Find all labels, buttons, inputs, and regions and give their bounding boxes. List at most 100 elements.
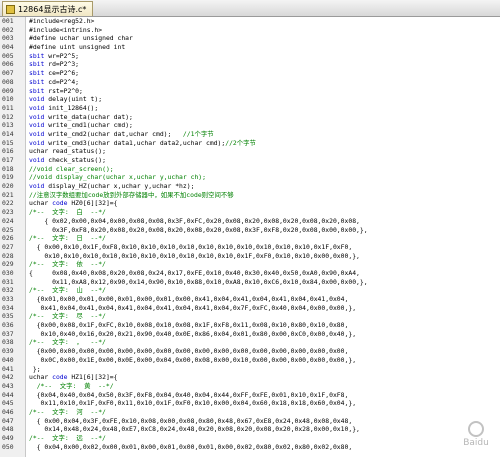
comment-token: /*-- 文字: 山 --*/ (29, 286, 106, 295)
line-number: 004 (2, 43, 14, 52)
code-text: #define uint unsigned int (29, 43, 125, 52)
code-line[interactable]: 049 /*-- 文字: 远 --*/ (0, 434, 500, 443)
line-number: 003 (2, 34, 14, 43)
code-text: 0x11,0x10,0x1F,0xF0,0x11,0x10,0x1F,0xF0,… (29, 399, 357, 408)
code-line[interactable]: 010 void delay(uint t); (0, 95, 500, 104)
code-token: HZ0[6][32]={ (67, 199, 118, 208)
line-number: 031 (2, 277, 14, 286)
code-line[interactable]: 041 }; (0, 365, 500, 374)
code-line[interactable]: 023 /*-- 文字: 白 --*/ (0, 208, 500, 217)
line-number: 032 (2, 286, 14, 295)
code-line[interactable]: 016 uchar read_status(); (0, 147, 500, 156)
line-number: 011 (2, 103, 14, 112)
code-line[interactable]: 012 void write_data(uchar dat); (0, 113, 500, 122)
code-line[interactable]: 042 uchar code HZ1[6][32]={ (0, 373, 500, 382)
code-line[interactable]: 039 {0x00,0x00,0x00,0x00,0x00,0x00,0x00,… (0, 347, 500, 356)
code-line[interactable]: 031 0x11,0xA8,0x12,0x90,0x14,0x90,0x10,0… (0, 278, 500, 287)
code-line[interactable]: 006 sbit rd=P2^3; (0, 60, 500, 69)
code-line[interactable]: 032 /*-- 文字: 山 --*/ (0, 286, 500, 295)
code-line[interactable]: 026 /*-- 文字: 日 --*/ (0, 234, 500, 243)
code-line[interactable]: 029 /*-- 文字: 依 --*/ (0, 260, 500, 269)
code-text: /*-- 文字: 尽 --*/ (29, 312, 106, 321)
line-number: 016 (2, 147, 14, 156)
code-text: uchar code HZ0[6][32]={ (29, 199, 118, 208)
code-line[interactable]: 014 void write_cmd2(uchar dat,uchar cmd);… (0, 130, 500, 139)
code-token: 0x10,0x40,0x16,0x20,0x21,0x90,0x40,0x0E,… (29, 329, 357, 338)
line-number: 008 (2, 77, 14, 86)
line-number: 028 (2, 251, 14, 260)
line-number: 009 (2, 86, 14, 95)
code-line[interactable]: 013 void write_cmd1(uchar cmd); (0, 121, 500, 130)
code-line[interactable]: 048 0x14,0x48,0x24,0x48,0xE7,0xC8,0x24,0… (0, 425, 500, 434)
line-number: 050 (2, 442, 14, 451)
watermark-text: Baidu (463, 438, 489, 448)
code-line[interactable]: 005 sbit wr=P2^5; (0, 52, 500, 61)
code-line[interactable]: 043 /*-- 文字: 黄 --*/ (0, 382, 500, 391)
code-line[interactable]: 046 /*-- 文字: 河 --*/ (0, 408, 500, 417)
code-line[interactable]: 015 void write_cmd3(uchar data1,uchar dat… (0, 139, 500, 148)
line-number: 013 (2, 121, 14, 130)
code-text: //void display_char(uchar x,uchar y,ucha… (29, 173, 206, 182)
code-text: 0x14,0x48,0x24,0x48,0xE7,0xC8,0x24,0x48,… (29, 425, 360, 434)
code-line[interactable]: 040 0x0C,0x00,0x1E,0x00,0x0E,0x00,0x04,0… (0, 356, 500, 365)
watermark-logo-icon (468, 421, 484, 437)
code-area[interactable]: 001 #include<reg52.h> 002 #include<intrins.… (0, 17, 500, 451)
comment-token: //注意汉字数组要加code放到外部存储器中，如果不加code则空间不够 (29, 190, 234, 199)
code-line[interactable]: 027 { 0x00,0x10,0x1F,0xF8,0x10,0x10,0x10… (0, 243, 500, 252)
code-token: {0x04,0x40,0x04,0x50,0x3F,0xF8,0x04,0x40… (29, 390, 349, 399)
comment-token: //1个字节 (182, 129, 214, 138)
line-number: 048 (2, 425, 14, 434)
code-line[interactable]: 044 {0x04,0x40,0x04,0x50,0x3F,0xF8,0x04,… (0, 391, 500, 400)
code-line[interactable]: 017 void check_status(); (0, 156, 500, 165)
keyword-token: sbit (29, 69, 45, 78)
code-line[interactable]: 033 {0x01,0x00,0x01,0x00,0x01,0x00,0x01,… (0, 295, 500, 304)
code-line[interactable]: 045 0x11,0x10,0x1F,0xF0,0x11,0x10,0x1F,0… (0, 399, 500, 408)
comment-token: /*-- 文字: 日 --*/ (29, 234, 106, 243)
code-token: #include<reg52.h> (29, 17, 95, 25)
code-token: write_data(uchar dat); (44, 112, 133, 121)
code-token: 0x0C,0x00,0x1E,0x00,0x0E,0x00,0x04,0x00,… (29, 355, 357, 364)
code-line[interactable]: 002 #include<intrins.h> (0, 26, 500, 35)
code-line[interactable]: 050 { 0x04,0x00,0x02,0x00,0x01,0x00,0x01… (0, 443, 500, 452)
line-number: 029 (2, 260, 14, 269)
code-line[interactable]: 022 uchar code HZ0[6][32]={ (0, 199, 500, 208)
code-line[interactable]: 008 sbit cd=P2^4; (0, 78, 500, 87)
code-line[interactable]: 038 /*-- 文字: ， --*/ (0, 338, 500, 347)
code-line[interactable]: 028 0x10,0x10,0x10,0x10,0x10,0x10,0x10,0… (0, 252, 500, 261)
code-line[interactable]: 009 sbit rst=P2^0; (0, 87, 500, 96)
code-text: sbit cd=P2^4; (29, 78, 79, 87)
code-line[interactable]: 024 { 0x02,0x00,0x04,0x00,0x08,0x08,0x3F… (0, 217, 500, 226)
code-line[interactable]: 035 /*-- 文字: 尽 --*/ (0, 312, 500, 321)
line-number: 019 (2, 173, 14, 182)
line-number: 014 (2, 129, 14, 138)
code-token: 0x3F,0xF8,0x20,0x08,0x20,0x08,0x20,0x08,… (29, 225, 368, 234)
code-line[interactable]: 004 #define uint unsigned int (0, 43, 500, 52)
code-line[interactable]: 019 //void display_char(uchar x,uchar y,u… (0, 173, 500, 182)
code-line[interactable]: 003 #define uchar unsigned char (0, 34, 500, 43)
code-line[interactable]: 036 {0x00,0x08,0x1F,0xFC,0x10,0x08,0x10,… (0, 321, 500, 330)
code-token: #include<intrins.h> (29, 25, 103, 34)
line-number: 044 (2, 390, 14, 399)
code-token: wr=P2^5; (44, 51, 80, 60)
code-line[interactable]: 021 //注意汉字数组要加code放到外部存储器中，如果不加code则空间不够 (0, 191, 500, 200)
file-tab[interactable]: 12864显示古诗.c* (2, 1, 94, 16)
code-line[interactable]: 025 0x3F,0xF8,0x20,0x08,0x20,0x08,0x20,0… (0, 226, 500, 235)
document-tab-bar: 12864显示古诗.c* (0, 0, 500, 17)
code-line[interactable]: 001 #include<reg52.h> (0, 17, 500, 26)
line-number: 046 (2, 407, 14, 416)
code-text: uchar read_status(); (29, 147, 106, 156)
code-line[interactable]: 018 //void clear_screen(); (0, 165, 500, 174)
code-editor[interactable]: 001 #include<reg52.h> 002 #include<intrins.… (0, 17, 500, 457)
code-line[interactable]: 011 void init_12864(); (0, 104, 500, 113)
line-number: 022 (2, 199, 14, 208)
code-line[interactable]: 007 sbit ce=P2^6; (0, 69, 500, 78)
code-text: {0x00,0x08,0x1F,0xFC,0x10,0x08,0x10,0x08… (29, 321, 349, 330)
line-number: 034 (2, 303, 14, 312)
code-line[interactable]: 030 { 0x08,0x40,0x08,0x20,0x08,0x24,0x17,… (0, 269, 500, 278)
code-line[interactable]: 047 { 0x00,0x04,0x3F,0xFE,0x10,0x08,0x00… (0, 417, 500, 426)
code-line[interactable]: 020 void display_HZ(uchar x,uchar y,uchar… (0, 182, 500, 191)
keyword-token: void (29, 112, 45, 121)
keyword-token: code (52, 373, 68, 382)
keyword-token: void (29, 121, 45, 130)
line-number: 007 (2, 69, 14, 78)
